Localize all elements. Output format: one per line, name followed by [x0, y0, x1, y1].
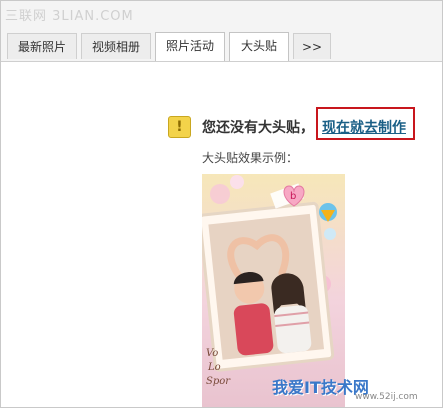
sticker-side-text-3: Spor: [206, 376, 231, 387]
tab-latest-photos[interactable]: 最新照片: [7, 33, 77, 59]
sticker-letter: b: [290, 191, 296, 202]
watermark-url: www.52ij.com: [355, 392, 418, 402]
tab-photo-activities[interactable]: 照片活动: [155, 32, 225, 61]
warning-icon: !: [168, 116, 191, 138]
sample-sticker-art: b Vo Lo Spor: [202, 175, 337, 387]
watermark-top: 三联网 3LIAN.COM: [5, 9, 134, 24]
example-label: 大头贴效果示例：: [202, 151, 299, 165]
sticker-side-text-2: Lo: [207, 362, 221, 373]
top-bar: 三联网 3LIAN.COM: [1, 1, 442, 27]
sticker-side-text-1: Vo: [206, 348, 218, 359]
tab-photo-sticker[interactable]: 大头贴: [229, 32, 289, 61]
tab-bar: 最新照片 视频相册 照片活动 大头贴 >>: [1, 27, 442, 62]
tab-video-album[interactable]: 视频相册: [81, 33, 151, 59]
sample-sticker-image: b Vo Lo Spor: [202, 174, 345, 407]
tab-more[interactable]: >>: [293, 33, 331, 59]
make-now-link[interactable]: 现在就去制作: [322, 117, 406, 137]
notice-text: 您还没有大头贴，: [202, 120, 314, 136]
